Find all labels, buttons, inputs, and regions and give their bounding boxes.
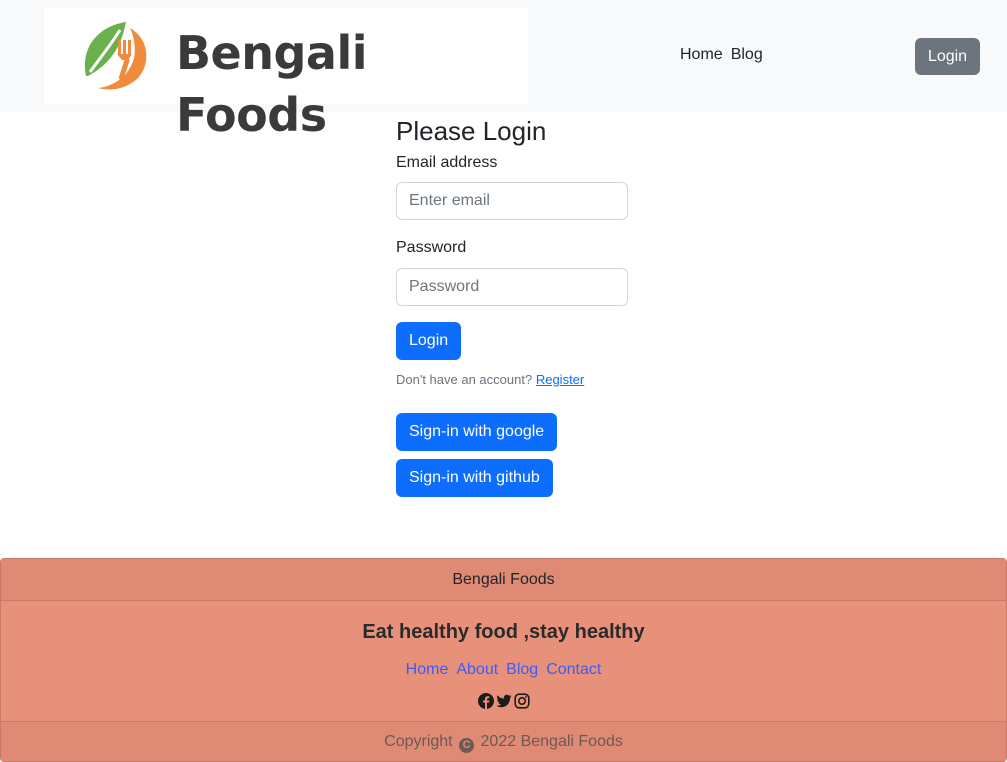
footer-contact-link[interactable]: Contact — [546, 661, 601, 679]
footer-blog-link[interactable]: Blog — [506, 661, 538, 679]
footer-home-link[interactable]: Home — [406, 661, 449, 679]
register-prompt-text: Don't have an account? — [396, 372, 533, 387]
instagram-icon[interactable] — [513, 693, 530, 709]
footer: Bengali Foods Eat healthy food ,stay hea… — [0, 558, 1007, 762]
register-prompt: Don't have an account? Register — [396, 372, 628, 387]
footer-tagline: Eat healthy food ,stay healthy — [362, 621, 645, 643]
navbar: Bengali Foods Home Blog Login — [0, 0, 1007, 142]
register-link[interactable]: Register — [536, 372, 584, 387]
copyright-prefix: Copyright — [384, 733, 453, 750]
google-signin-button[interactable]: Sign-in with google — [396, 413, 558, 451]
password-field[interactable] — [396, 268, 628, 306]
password-label: Password — [396, 239, 467, 256]
brand-logo[interactable]: Bengali Foods — [44, 8, 528, 142]
email-label: Email address — [396, 154, 498, 171]
github-signin-button[interactable]: Sign-in with github — [396, 459, 553, 497]
nav-blog-link[interactable]: Blog — [731, 46, 763, 64]
footer-links: Home About Blog Contact — [1, 661, 1006, 679]
login-form: Please Login Email address Password Logi… — [396, 114, 628, 497]
leaf-fork-logo-icon — [84, 22, 147, 90]
footer-header: Bengali Foods — [1, 559, 1006, 601]
nav-login-button[interactable]: Login — [915, 38, 980, 75]
nav-links: Home Blog — [680, 46, 763, 64]
email-field[interactable] — [396, 182, 628, 220]
footer-body: Eat healthy food ,stay healthy Home Abou… — [1, 601, 1006, 721]
copyright: Copyright C 2022 Bengali Foods — [1, 721, 1006, 761]
facebook-icon[interactable] — [477, 693, 494, 709]
copyright-icon: C — [459, 738, 475, 753]
page-title: Please Login — [396, 116, 547, 146]
copyright-suffix: 2022 Bengali Foods — [480, 733, 623, 750]
twitter-icon[interactable] — [495, 693, 512, 709]
nav-home-link[interactable]: Home — [680, 46, 723, 64]
login-submit-button[interactable]: Login — [396, 322, 462, 360]
footer-about-link[interactable]: About — [456, 661, 498, 679]
social-icons — [1, 693, 1006, 709]
